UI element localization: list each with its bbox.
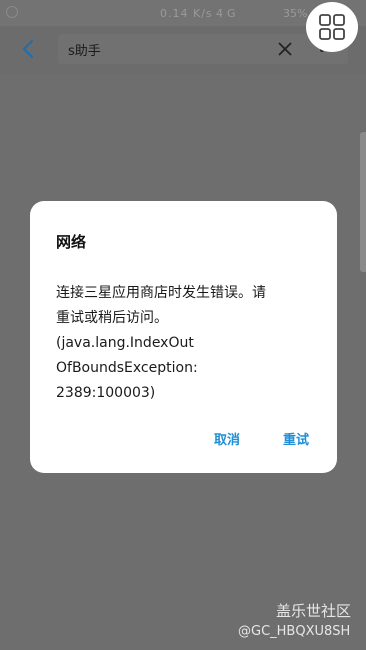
retry-button[interactable]: 重试 (283, 429, 309, 448)
dialog-message: 连接三星应用商店时发生错误。请 重试或稍后访问。 (java.lang.Inde… (56, 285, 266, 401)
watermark-username: @GC_HBQXU8SH (238, 624, 351, 639)
net-speed: 0.14 K/s (160, 7, 213, 20)
grid-icon (319, 14, 345, 40)
watermark-logo: 盖乐世社区 (276, 602, 352, 620)
status-left-icon (6, 6, 18, 18)
scroll-indicator[interactable] (360, 132, 366, 272)
back-arrow-icon[interactable] (18, 38, 40, 60)
cancel-button[interactable]: 取消 (214, 429, 240, 448)
error-dialog: 网络 连接三星应用商店时发生错误。请 重试或稍后访问。 (java.lang.I… (30, 201, 337, 473)
search-box[interactable]: s助手 (58, 34, 348, 64)
dialog-actions: 取消 重试 (30, 429, 337, 453)
clear-icon[interactable] (276, 40, 294, 58)
floating-grid-button[interactable] (306, 2, 358, 52)
battery-level: 35% (283, 7, 308, 20)
network-indicator: 4G (216, 7, 240, 20)
search-input[interactable]: s助手 (68, 40, 101, 59)
dialog-title: 网络 (56, 233, 87, 251)
